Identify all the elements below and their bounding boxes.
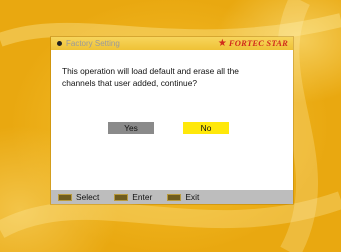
exit-key-icon — [167, 193, 182, 201]
dialog-titlebar: Factory Setting ★ FORTEC STAR — [51, 37, 293, 50]
bullet-icon — [57, 41, 62, 46]
message-line-1: This operation will load default and era… — [62, 66, 239, 76]
help-item-enter: Enter — [114, 191, 152, 203]
enter-key-icon — [114, 193, 129, 201]
brand-name: FORTEC STAR — [228, 38, 288, 48]
factory-setting-dialog: Factory Setting ★ FORTEC STAR This opera… — [51, 37, 293, 204]
help-bar: Select Enter Exit — [51, 190, 293, 204]
help-label-enter: Enter — [132, 192, 153, 202]
yes-button[interactable]: Yes — [108, 122, 154, 134]
brand-logo: ★ FORTEC STAR — [218, 38, 288, 49]
help-item-select: Select — [58, 191, 99, 203]
message-line-2: channels that user added, continue? — [62, 78, 198, 88]
no-button[interactable]: No — [183, 122, 229, 134]
help-label-select: Select — [76, 192, 100, 202]
star-icon: ★ — [217, 38, 227, 49]
dialog-title: Factory Setting — [66, 39, 120, 48]
help-label-exit: Exit — [185, 192, 200, 202]
select-key-icon — [58, 193, 72, 201]
help-item-exit: Exit — [167, 191, 199, 203]
confirmation-message: This operation will load default and era… — [62, 65, 282, 89]
